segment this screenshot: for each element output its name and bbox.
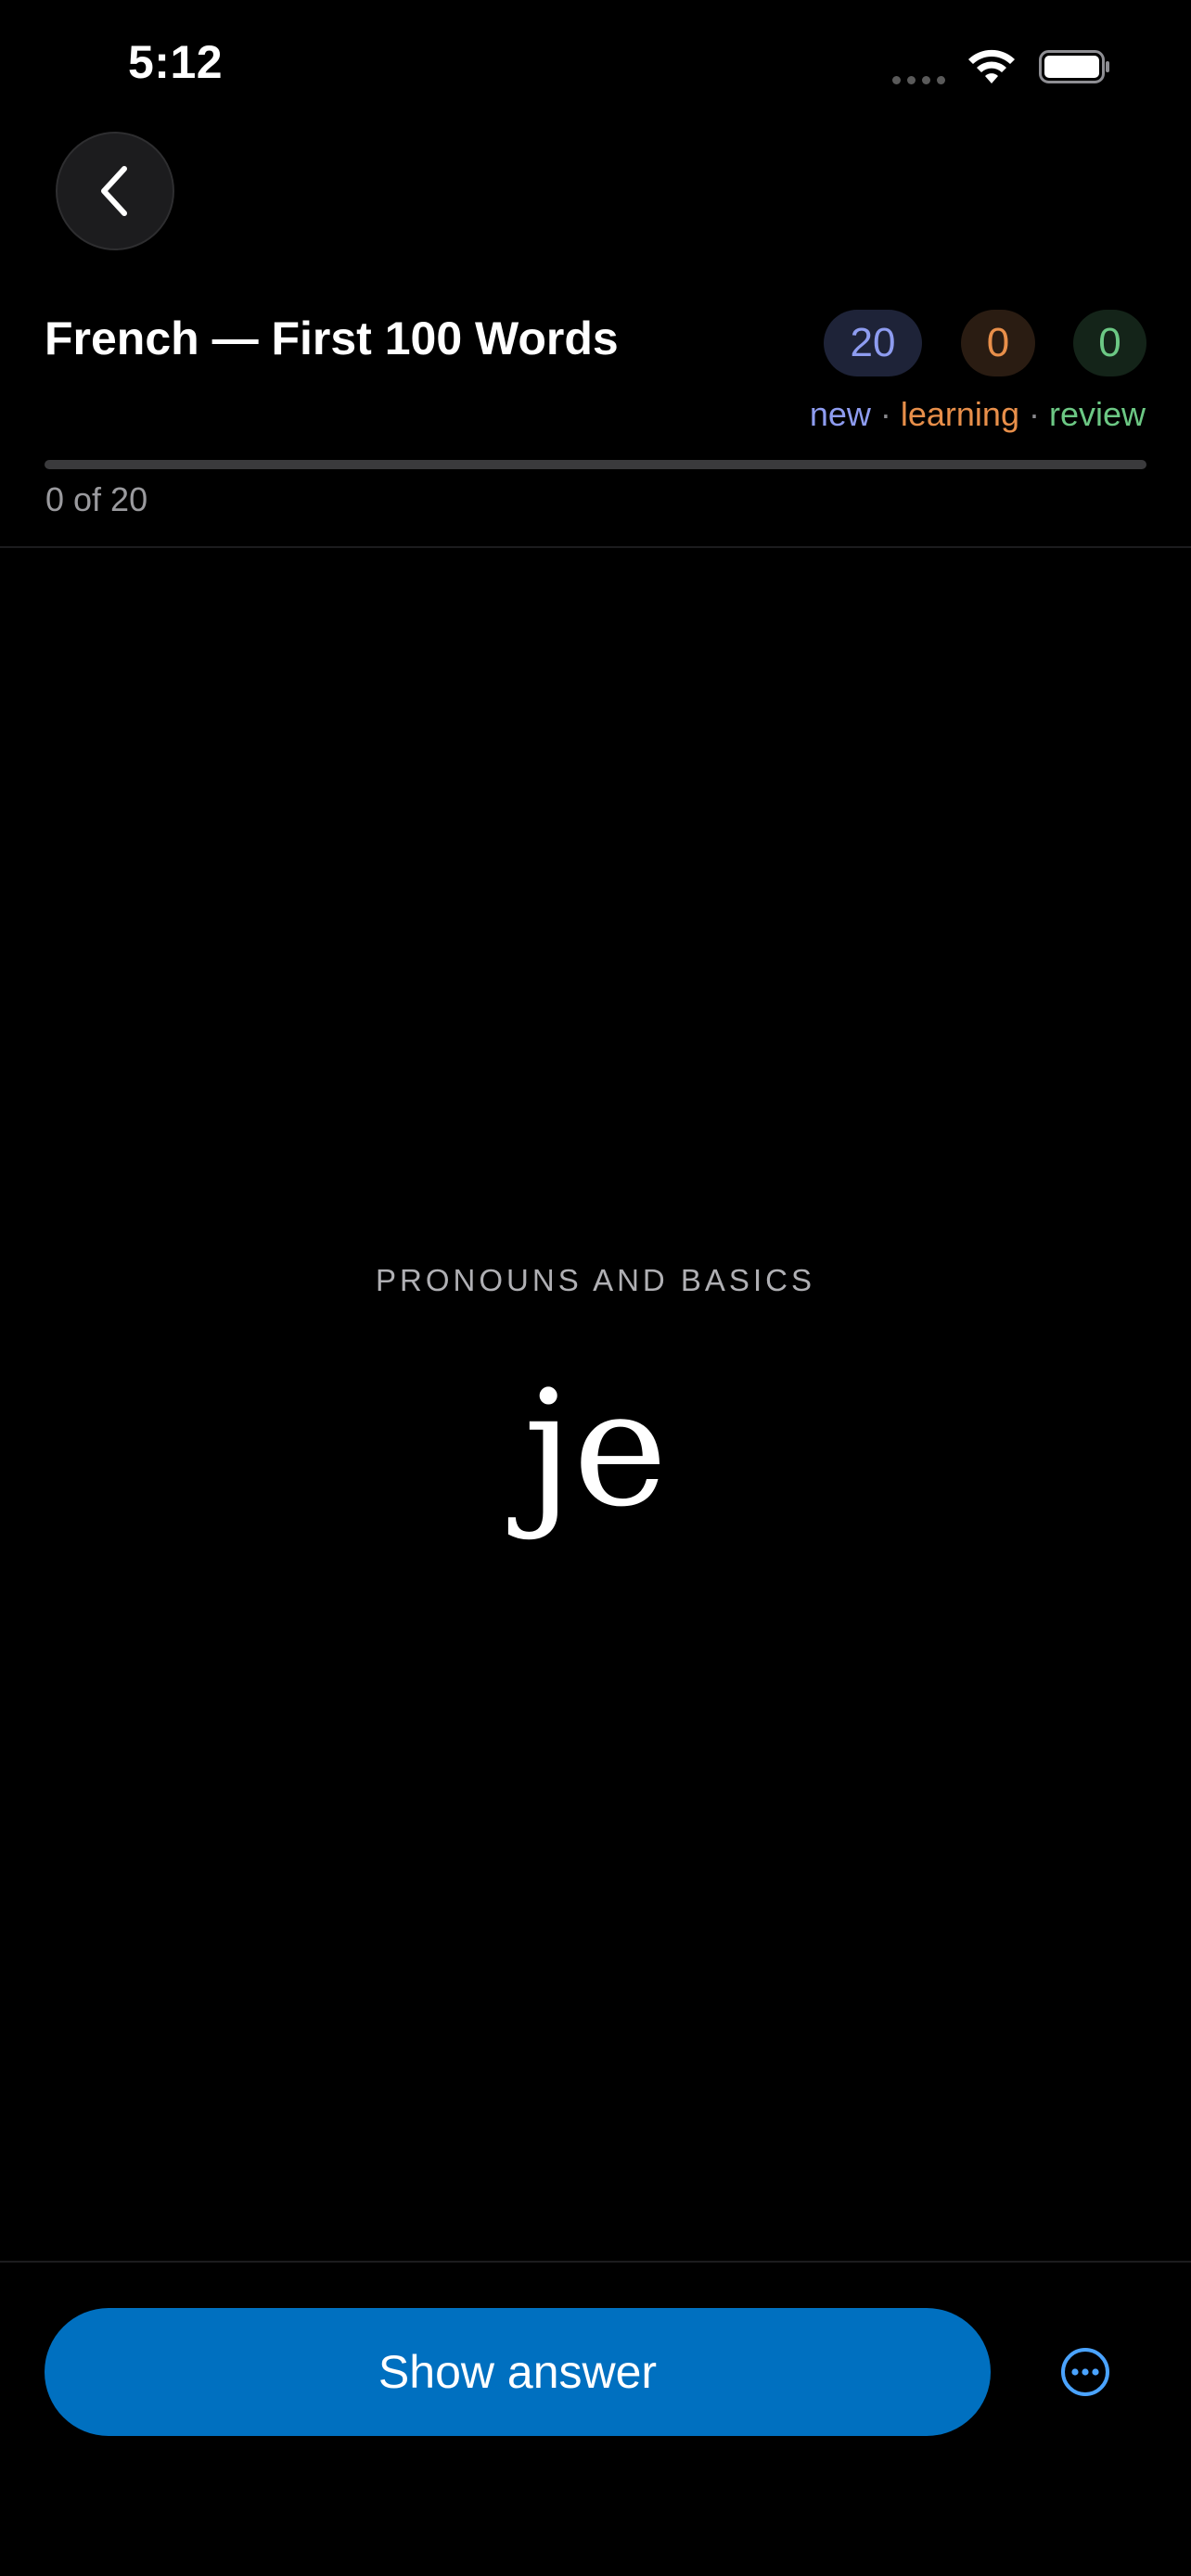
more-options-button[interactable] (1059, 2346, 1111, 2398)
legend-new: new (809, 395, 871, 433)
footer-divider (0, 2261, 1191, 2263)
legend-separator: · (879, 395, 891, 433)
study-screen: 5:12 French — First 100 Words 20 0 0 new… (0, 0, 1191, 2576)
count-legend: new · learning · review (810, 395, 1146, 434)
show-answer-button[interactable]: Show answer (45, 2308, 991, 2436)
cellular-signal-icon (892, 76, 948, 85)
new-count-badge: 20 (824, 310, 922, 376)
legend-learning: learning (900, 395, 1019, 433)
status-time: 5:12 (128, 36, 224, 88)
learning-count-badge: 0 (961, 310, 1035, 376)
progress-label: 0 of 20 (45, 480, 148, 518)
status-icons (892, 48, 1115, 85)
review-count-badge: 0 (1073, 310, 1146, 376)
progress-bar (45, 460, 1146, 469)
battery-icon (1039, 50, 1109, 83)
legend-review: review (1048, 395, 1146, 433)
card-category: PRONOUNS AND BASICS (376, 1263, 815, 1297)
card-term: je (523, 1356, 668, 1542)
back-button[interactable] (56, 132, 174, 250)
wifi-icon (968, 49, 1015, 83)
header-divider (0, 546, 1191, 548)
ellipsis-circle-icon (1061, 2348, 1109, 2396)
deck-title: French — First 100 Words (45, 312, 619, 364)
legend-separator: · (1028, 395, 1040, 433)
chevron-left-icon (101, 166, 127, 216)
